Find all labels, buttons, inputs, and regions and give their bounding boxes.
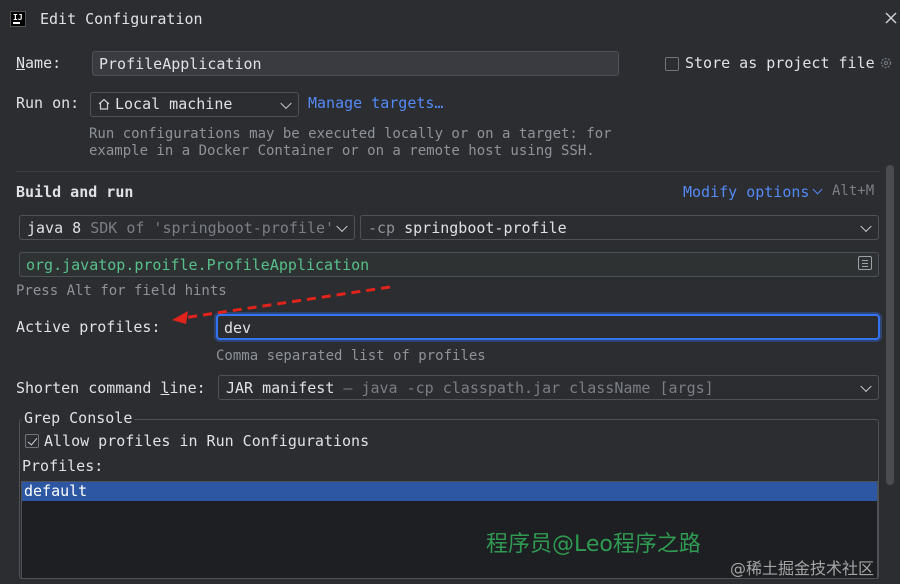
manage-targets-link[interactable]: Manage targets… [308,94,443,112]
shorten-label-mnemonic: l [160,379,170,397]
active-profiles-field[interactable]: dev [214,312,882,342]
dialog-title: Edit Configuration [40,10,203,28]
close-icon[interactable] [884,10,898,26]
home-icon [98,98,110,110]
chevron-down-icon [860,380,872,392]
grep-console-title: Grep Console [22,409,135,427]
modify-options-link[interactable]: Modify options [683,183,809,201]
shorten-detail: – java -cp classpath.jar className [args… [343,379,714,397]
build-and-run-heading: Build and run [16,183,134,201]
expand-field-icon[interactable] [858,256,872,270]
name-label: Name: [16,54,61,72]
chevron-down-icon [812,184,823,195]
allow-profiles-label[interactable]: Allow profiles in Run Configurations [44,432,369,450]
section-divider [16,171,880,172]
profiles-list-label: Profiles: [22,457,104,475]
jdk-main: java 8 [27,219,82,237]
active-profiles-hint: Comma separated list of profiles [216,348,486,364]
run-on-hint-line-2: example in a Docker Container or on a re… [89,143,595,159]
run-on-hint-line-1: Run configurations may be executed local… [89,126,612,142]
shorten-command-line-label: Shorten command line: [16,379,206,397]
name-label-mnemonic: N [16,54,26,72]
shorten-label-text: Shorten command [16,379,161,397]
list-item[interactable]: default [22,482,877,501]
field-hints-text: Press Alt for field hints [16,283,227,299]
gear-icon[interactable] [879,56,893,70]
chevron-down-icon [860,220,872,232]
author-watermark: 程序员@Leo程序之路 [486,532,701,557]
allow-profiles-checkbox[interactable] [25,434,39,448]
name-field[interactable]: ProfileApplication [92,51,619,76]
chevron-down-icon [280,97,292,109]
jdk-detail: SDK of 'springboot-profile' [90,219,335,237]
scrollbar[interactable] [886,165,894,485]
name-label-rest: ame: [25,54,62,72]
shorten-label-rest: ine: [169,379,206,397]
active-profiles-label: Active profiles: [16,318,161,336]
shorten-value: JAR manifest [226,379,335,397]
app-icon-text: IJ [13,13,23,22]
run-on-label: Run on: [16,94,80,112]
cp-prefix: -cp [368,219,396,237]
cp-value: springboot-profile [404,219,567,237]
modify-options-label: Modify options [683,183,810,201]
site-watermark: @稀土掘金技术社区 [730,559,875,578]
classpath-module-select[interactable]: -cp springboot-profile [360,215,879,240]
store-as-project-file-label[interactable]: Store as project file [685,54,875,72]
main-class-field[interactable]: org.javatop.proifle.ProfileApplication [19,252,879,277]
run-on-value: Local machine [115,95,233,113]
shorten-command-line-select[interactable]: JAR manifest – java -cp classpath.jar cl… [218,375,879,400]
jdk-select[interactable]: java 8 SDK of 'springboot-profile' [19,215,355,240]
run-on-select[interactable]: Local machine [90,92,299,117]
intellij-app-icon: IJ [10,11,26,27]
chevron-down-icon [336,220,348,232]
store-as-project-file-checkbox[interactable] [665,57,679,71]
modify-options-shortcut: Alt+M [832,183,875,199]
